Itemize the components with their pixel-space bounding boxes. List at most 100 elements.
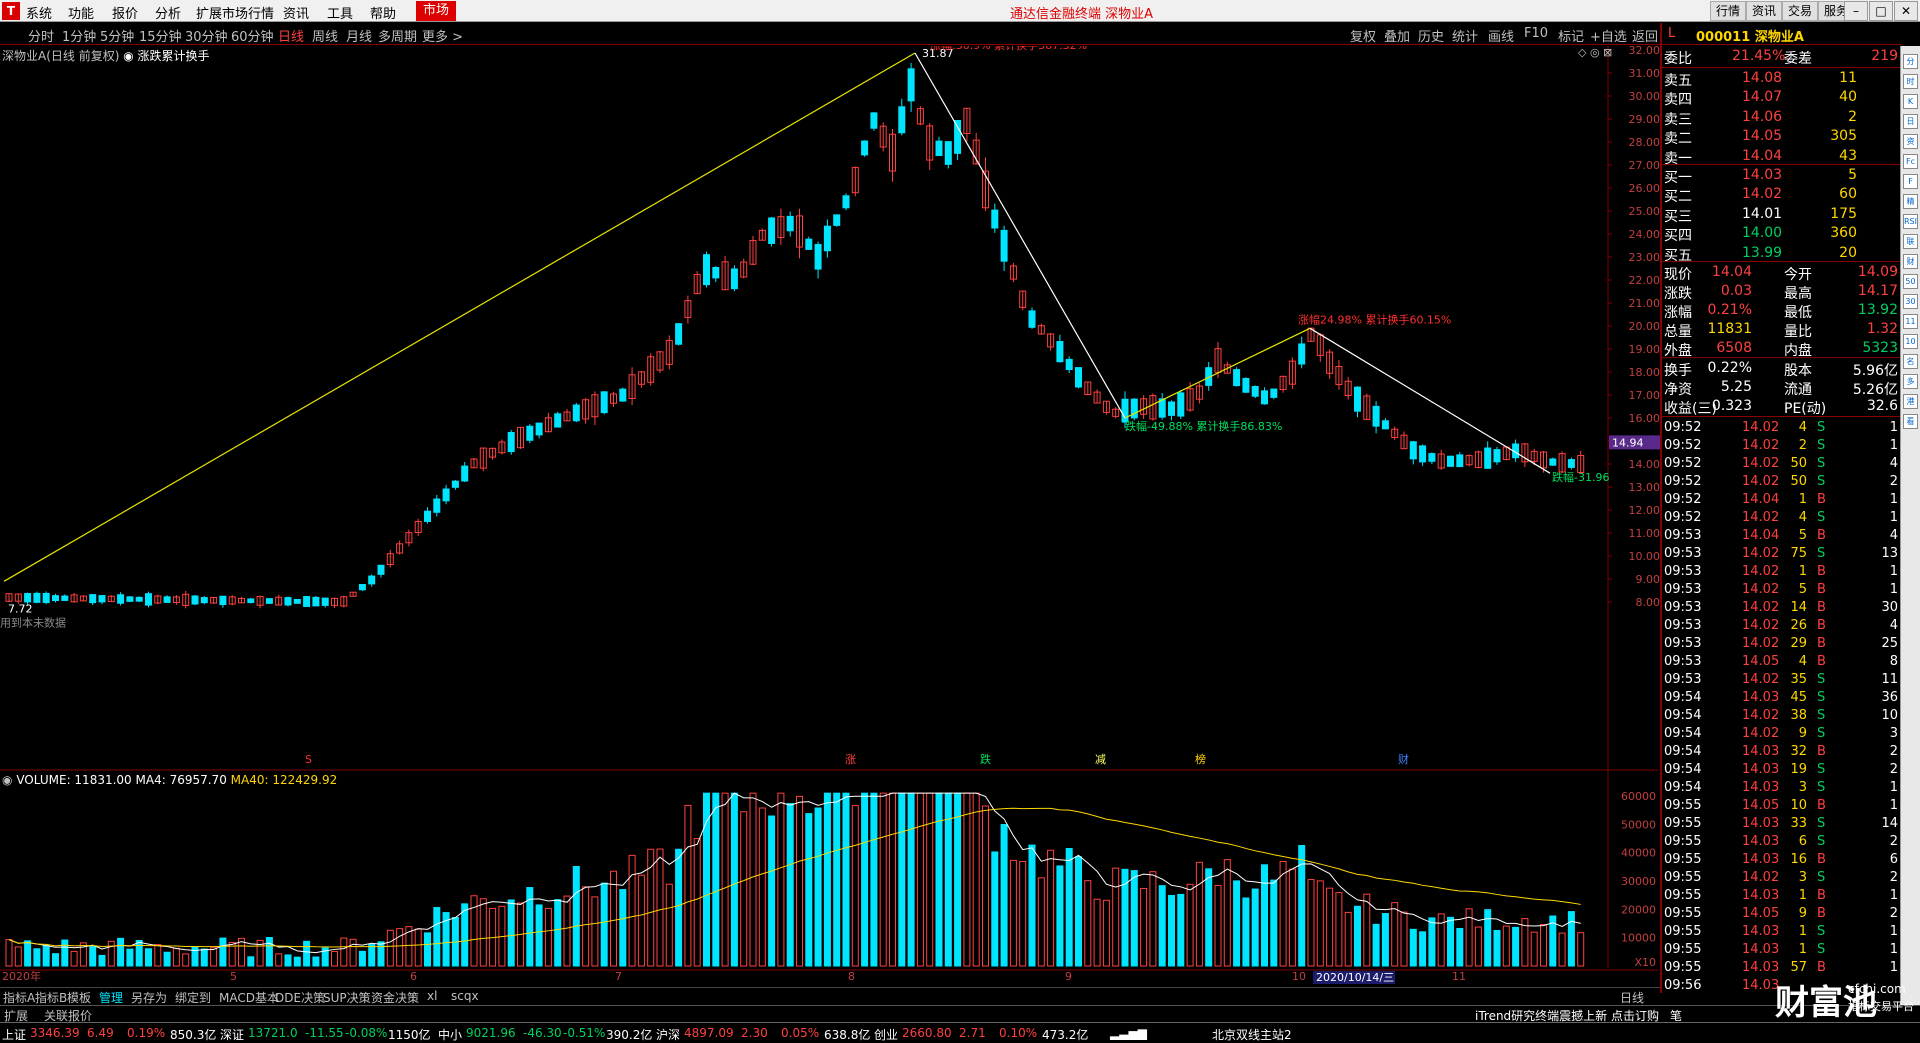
side-tool-icon[interactable]: 联 bbox=[1903, 234, 1918, 249]
indicator-tab[interactable]: SUP决策 bbox=[323, 989, 371, 1006]
side-tool-icon[interactable]: 50 bbox=[1903, 274, 1918, 289]
side-tool-icon[interactable]: 港 bbox=[1903, 394, 1918, 409]
side-tool-icon[interactable]: 多 bbox=[1903, 374, 1918, 389]
indicator-tab[interactable]: 指标A bbox=[3, 989, 35, 1006]
menu-function[interactable]: 功能 bbox=[68, 3, 94, 22]
period-indicator[interactable]: 日线 bbox=[1620, 989, 1644, 1006]
top-news-button[interactable]: 资讯 bbox=[1746, 1, 1783, 21]
menu-ext-market[interactable]: 扩展市场行情 bbox=[196, 3, 274, 22]
orderbook-row[interactable]: 买五 13.99 20 bbox=[1662, 244, 1902, 264]
side-tool-icon[interactable]: 看 bbox=[1903, 414, 1918, 429]
menu-system[interactable]: 系统 bbox=[26, 3, 52, 22]
orderbook-row[interactable]: 卖三 14.06 2 bbox=[1662, 108, 1902, 128]
tick-count: 1 bbox=[1889, 420, 1898, 435]
indicator-tab[interactable]: scqx bbox=[451, 989, 479, 1003]
menu-help[interactable]: 帮助 bbox=[370, 3, 396, 22]
server-name[interactable]: 北京双线主站2 bbox=[1212, 1026, 1292, 1043]
menu-quote[interactable]: 报价 bbox=[112, 3, 138, 22]
side-tool-icon[interactable]: K bbox=[1903, 94, 1918, 109]
side-tool-icon[interactable]: 精 bbox=[1903, 194, 1918, 209]
minimize-icon[interactable]: – bbox=[1844, 1, 1868, 21]
maximize-icon[interactable]: □ bbox=[1869, 1, 1893, 21]
stats-button[interactable]: 统计 bbox=[1452, 26, 1478, 45]
mark-button[interactable]: 标记 bbox=[1558, 26, 1584, 45]
side-tool-icon[interactable]: Fc bbox=[1903, 154, 1918, 169]
orderbook-row[interactable]: 卖四 14.07 40 bbox=[1662, 88, 1902, 108]
indicator-tab[interactable]: 绑定到 bbox=[175, 989, 211, 1006]
orderbook-row[interactable]: 卖五 14.08 11 bbox=[1662, 69, 1902, 89]
index-name[interactable]: 深证 bbox=[220, 1026, 244, 1043]
volume-bar bbox=[1447, 916, 1454, 967]
indicator-tab[interactable]: 模板 bbox=[67, 989, 91, 1006]
tick-time: 09:55 bbox=[1664, 960, 1702, 975]
orderbook-row[interactable]: 卖一 14.04 43 bbox=[1662, 147, 1902, 167]
tick-side: S bbox=[1817, 420, 1826, 435]
tick-side: S bbox=[1817, 870, 1826, 885]
indicator-control[interactable]: ◉ 涨跌累计换手 bbox=[123, 49, 209, 63]
more-periods[interactable]: 更多 > bbox=[422, 26, 463, 45]
period-tab-active[interactable]: 日线 bbox=[278, 26, 304, 45]
history-button[interactable]: 历史 bbox=[1418, 26, 1444, 45]
orderbook-row[interactable]: 买四 14.00 360 bbox=[1662, 224, 1902, 244]
orderbook-row[interactable]: 买二 14.02 60 bbox=[1662, 185, 1902, 205]
menu-tools[interactable]: 工具 bbox=[327, 3, 353, 22]
tick-count: 1 bbox=[1889, 510, 1898, 525]
period-tab[interactable]: 月线 bbox=[346, 26, 372, 45]
tick-side: S bbox=[1817, 546, 1826, 561]
adjust-button[interactable]: 复权 bbox=[1350, 26, 1376, 45]
close-icon[interactable]: ✕ bbox=[1894, 1, 1918, 21]
market-button[interactable]: 市场 bbox=[416, 1, 456, 21]
tick-time: 09:56 bbox=[1664, 978, 1702, 993]
side-tool-icon[interactable]: 分 bbox=[1903, 54, 1918, 69]
draw-button[interactable]: 画线 bbox=[1488, 26, 1514, 45]
side-tool-icon[interactable]: 日 bbox=[1903, 114, 1918, 129]
index-name[interactable]: 创业 bbox=[874, 1026, 898, 1043]
tick-price: 14.03 bbox=[1742, 942, 1780, 957]
orderbook-row[interactable]: 卖二 14.05 305 bbox=[1662, 127, 1902, 147]
level-volume: 20 bbox=[1839, 244, 1857, 261]
period-tab[interactable]: 多周期 bbox=[378, 26, 417, 45]
side-tool-icon[interactable]: 财 bbox=[1903, 254, 1918, 269]
side-tool-icon[interactable]: 资 bbox=[1903, 134, 1918, 149]
menu-analysis[interactable]: 分析 bbox=[155, 3, 181, 22]
candle-body bbox=[1428, 453, 1436, 462]
top-quote-button[interactable]: 行情 bbox=[1710, 1, 1747, 21]
side-tool-icon[interactable]: 名 bbox=[1903, 354, 1918, 369]
period-tab[interactable]: 15分钟 bbox=[139, 26, 182, 45]
period-tab[interactable]: 分时 bbox=[28, 26, 54, 45]
tick-time: 09:55 bbox=[1664, 888, 1702, 903]
side-tool-icon[interactable]: F bbox=[1903, 174, 1918, 189]
orderbook-row[interactable]: 买一 14.03 5 bbox=[1662, 166, 1902, 186]
index-name[interactable]: 沪深 bbox=[656, 1026, 680, 1043]
period-tab[interactable]: 周线 bbox=[312, 26, 338, 45]
period-tab[interactable]: 1分钟 bbox=[62, 26, 96, 45]
indicator-tab[interactable]: DDE决策 bbox=[275, 989, 325, 1006]
orderbook-row[interactable]: 买三 14.01 175 bbox=[1662, 205, 1902, 225]
side-tool-icon[interactable]: 时 bbox=[1903, 74, 1918, 89]
kline-chart[interactable]: 32.00 31.00 30.00 29.00 28.00 27.00 26.00 25.00… bbox=[0, 46, 1660, 986]
index-name[interactable]: 上证 bbox=[2, 1026, 26, 1043]
period-tab[interactable]: 60分钟 bbox=[231, 26, 274, 45]
period-tab[interactable]: 30分钟 bbox=[185, 26, 228, 45]
indicator-tab[interactable]: 指标B bbox=[35, 989, 67, 1006]
period-tab[interactable]: 5分钟 bbox=[100, 26, 134, 45]
indicator-tab[interactable]: 管理 bbox=[99, 989, 123, 1006]
top-trade-button[interactable]: 交易 bbox=[1782, 1, 1819, 21]
side-tool-icon[interactable]: 10 bbox=[1903, 334, 1918, 349]
indicator-tab[interactable]: MACD基本 bbox=[219, 989, 279, 1006]
side-tool-icon[interactable]: 11 bbox=[1903, 314, 1918, 329]
menu-bar: T 系统 功能 报价 分析 扩展市场行情 资讯 工具 帮助 市场 通达信金融终端… bbox=[0, 0, 1920, 22]
side-tool-icon[interactable]: RSI bbox=[1903, 214, 1918, 229]
chart-corner-icons[interactable]: ◇ ◎ ⊠ bbox=[1578, 46, 1612, 59]
f10-button[interactable]: F10 bbox=[1524, 26, 1548, 41]
volume-bar bbox=[600, 882, 608, 967]
side-tool-icon[interactable]: 30 bbox=[1903, 294, 1918, 309]
add-watchlist-button[interactable]: +自选 bbox=[1590, 26, 1627, 45]
overlay-button[interactable]: 叠加 bbox=[1384, 26, 1410, 45]
back-button[interactable]: 返回 bbox=[1632, 26, 1658, 45]
indicator-tab[interactable]: xl bbox=[427, 989, 437, 1003]
indicator-tab[interactable]: 另存为 bbox=[131, 989, 167, 1006]
indicator-tab[interactable]: 资金决策 bbox=[371, 989, 419, 1006]
menu-news[interactable]: 资讯 bbox=[283, 3, 309, 22]
index-name[interactable]: 中小 bbox=[438, 1026, 462, 1043]
